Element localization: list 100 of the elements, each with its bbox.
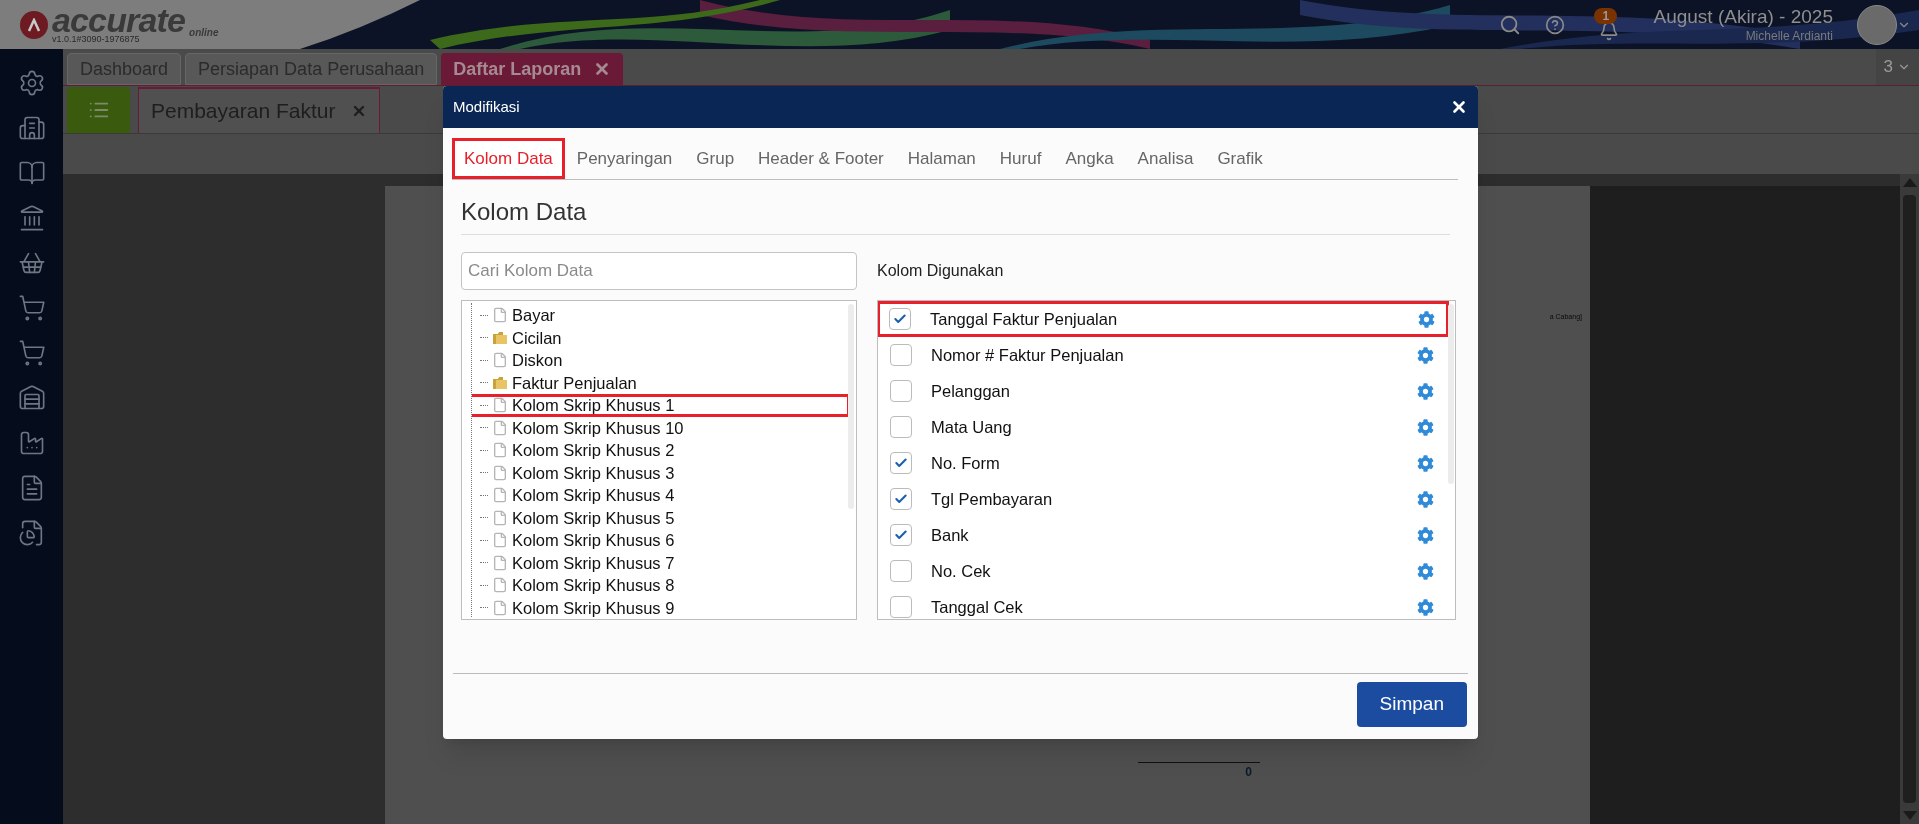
tree-item[interactable]: Kolom Skrip Khusus 5 (472, 506, 848, 529)
settings-icon[interactable] (1418, 310, 1435, 328)
column-label: No. Form (931, 452, 1000, 474)
column-label: Tanggal Cek (931, 596, 1023, 618)
file-icon (492, 532, 508, 549)
column-label: Tgl Pembayaran (931, 488, 1053, 510)
used-column-row[interactable]: No. Cek (878, 553, 1448, 589)
file-icon (492, 509, 508, 526)
used-column-row[interactable]: No. Form (878, 445, 1448, 481)
settings-icon[interactable] (1417, 598, 1434, 616)
tree-item[interactable]: Kolom Skrip Khusus 3 (472, 461, 848, 484)
used-column-row[interactable]: Tanggal Cek (878, 589, 1448, 619)
folder-icon (492, 329, 508, 346)
cart-icon[interactable] (17, 339, 46, 367)
dialog-title: Modifikasi (453, 96, 520, 117)
used-column-row[interactable]: Pelanggan (878, 373, 1448, 409)
dialog-tab[interactable]: Header & Footer (746, 138, 896, 179)
user-name: Michelle Ardianti (1745, 28, 1833, 44)
column-label: No. Cek (931, 560, 991, 582)
book-icon[interactable] (17, 159, 46, 187)
dialog-tab[interactable]: Penyaringan (564, 138, 685, 179)
close-icon[interactable] (1450, 98, 1468, 116)
tree-item[interactable]: Kolom Skrip Khusus 1 (472, 394, 848, 417)
company-name: August (Akira) - 2025 (1653, 5, 1833, 29)
settings-icon[interactable] (1417, 346, 1434, 364)
checkbox[interactable] (890, 524, 912, 546)
dialog-tab[interactable]: Kolom Data (452, 138, 565, 179)
checkbox[interactable] (890, 488, 912, 510)
warehouse-icon[interactable] (17, 384, 46, 412)
dialog-tab[interactable]: Halaman (895, 138, 988, 179)
help-icon[interactable] (1545, 14, 1566, 35)
tree-item[interactable]: Kolom Skrip Khusus 7 (472, 551, 848, 574)
checkbox[interactable] (890, 560, 912, 582)
section-heading: Kolom Data (461, 198, 587, 225)
settings-icon[interactable] (1417, 454, 1434, 472)
version-text: v1.0.1#3090-1976875 (52, 35, 141, 44)
save-button[interactable]: Simpan (1356, 682, 1467, 727)
building-icon[interactable] (17, 114, 46, 142)
checkbox[interactable] (890, 452, 912, 474)
scrollbar[interactable] (1448, 304, 1454, 484)
tree-item[interactable]: Kolom Skrip Khusus 9 (472, 596, 848, 617)
file-icon (492, 419, 508, 436)
column-label: Pelanggan (931, 380, 1010, 402)
checkbox[interactable] (890, 344, 912, 366)
settings-icon[interactable] (1417, 490, 1434, 508)
column-label: Bank (931, 524, 969, 546)
dialog-tab[interactable]: Grup (684, 138, 747, 179)
file-icon (492, 442, 508, 459)
column-label: Mata Uang (931, 416, 1012, 438)
checkbox[interactable] (890, 596, 912, 618)
file-icon (492, 464, 508, 481)
file-icon (492, 554, 508, 571)
report-total: 0 (1245, 764, 1253, 781)
tree-item[interactable]: Diskon (472, 349, 848, 372)
folder-icon (492, 374, 508, 391)
checkbox[interactable] (890, 416, 912, 438)
tree-item[interactable]: Kolom Skrip Khusus 8 (472, 574, 848, 597)
search-field[interactable]: Cari Kolom Data (461, 252, 857, 290)
column-label: Nomor # Faktur Penjualan (931, 344, 1124, 366)
used-column-row[interactable]: Nomor # Faktur Penjualan (878, 337, 1448, 373)
dialog-tab[interactable]: Analisa (1125, 138, 1206, 179)
dialog-tab[interactable]: Angka (1053, 138, 1126, 179)
check-icon (893, 312, 907, 326)
check-icon (894, 492, 908, 506)
used-column-row[interactable]: Mata Uang (878, 409, 1448, 445)
settings-icon[interactable] (1417, 418, 1434, 436)
scrollbar[interactable] (1900, 174, 1919, 824)
settings-icon[interactable] (1417, 382, 1434, 400)
search-icon[interactable] (1499, 13, 1522, 36)
tree-item[interactable]: Cicilan (472, 326, 848, 349)
file-icon (492, 352, 508, 369)
column-label: Tanggal Faktur Penjualan (930, 308, 1118, 330)
used-column-row[interactable]: Tanggal Faktur Penjualan (878, 301, 1449, 337)
check-icon (894, 528, 908, 542)
tree-item[interactable]: Kolom Skrip Khusus 4 (472, 484, 848, 507)
file-icon (492, 307, 508, 324)
main-tab[interactable]: Daftar Laporan (441, 53, 624, 85)
settings-icon[interactable] (1417, 526, 1434, 544)
brand-subtitle: online (189, 26, 219, 40)
brand-name: accurate (52, 5, 186, 35)
file-icon (492, 599, 508, 616)
tree-item[interactable]: Kolom Skrip Khusus 6 (472, 529, 848, 552)
list-heading: Kolom Digunakan (877, 261, 1005, 281)
cart-icon[interactable] (17, 294, 46, 322)
scrollbar[interactable] (848, 304, 854, 509)
file-icon (492, 577, 508, 594)
dialog-tab[interactable]: Huruf (987, 138, 1054, 179)
file-icon (492, 397, 508, 414)
used-column-row[interactable]: Tgl Pembayaran (878, 481, 1448, 517)
settings-icon[interactable] (1417, 562, 1434, 580)
tree-item[interactable]: Kolom Skrip Khusus 10 (472, 416, 848, 439)
tree-item[interactable]: Faktur Penjualan (472, 371, 848, 394)
check-icon (894, 456, 908, 470)
tree-item[interactable]: Kolom Skrip Khusus 2 (472, 439, 848, 462)
checkbox[interactable] (889, 308, 911, 330)
dialog-tab[interactable]: Grafik (1205, 138, 1275, 179)
used-column-row[interactable]: Bank (878, 517, 1448, 553)
file-icon (492, 487, 508, 504)
checkbox[interactable] (890, 380, 912, 402)
tree-item[interactable]: Bayar (472, 304, 848, 327)
